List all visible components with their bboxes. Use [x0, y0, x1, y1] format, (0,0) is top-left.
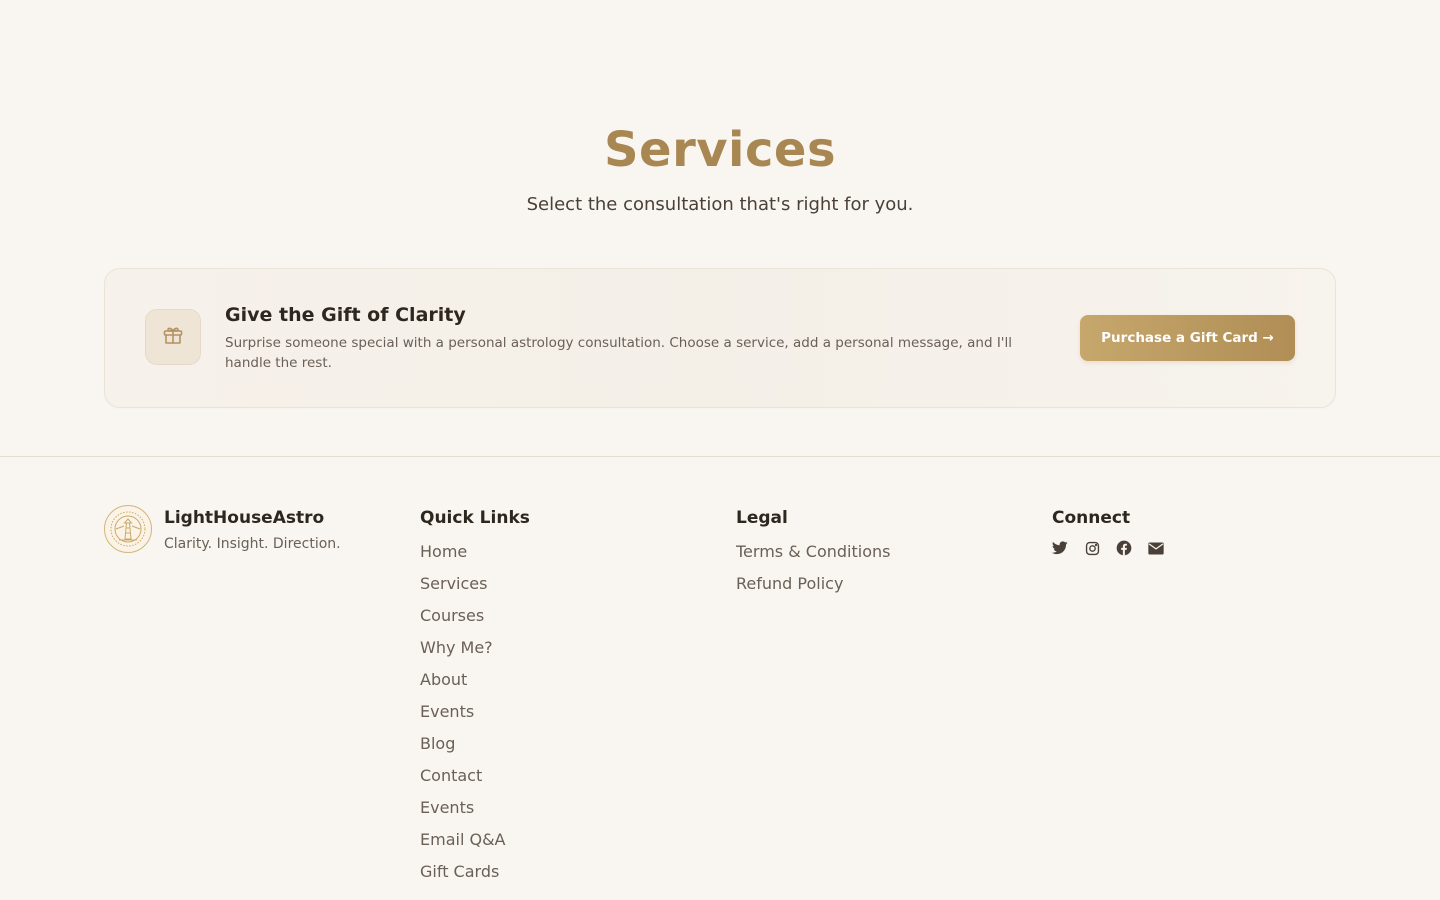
facebook-icon[interactable]	[1116, 540, 1132, 556]
footer-link-about[interactable]: About	[420, 670, 467, 689]
quick-links-heading: Quick Links	[420, 508, 530, 528]
quick-links-column: Quick Links Home Services Courses Why Me…	[420, 504, 530, 888]
page-header: Services Select the consultation that's …	[0, 118, 1440, 218]
purchase-gift-card-button[interactable]: Purchase a Gift Card →	[1080, 315, 1295, 361]
brand-name: LightHouseAstro	[164, 508, 325, 528]
footer-link-services[interactable]: Services	[420, 574, 487, 593]
footer-link-blog[interactable]: Blog	[420, 734, 455, 753]
email-icon[interactable]	[1148, 540, 1164, 556]
footer-brand: LightHouseAstro Clarity. Insight. Direct…	[104, 504, 341, 553]
footer-link-events[interactable]: Events	[420, 702, 474, 721]
gift-icon	[161, 323, 185, 351]
instagram-icon[interactable]	[1084, 540, 1100, 556]
gift-description: Surprise someone special with a personal…	[225, 335, 1013, 371]
footer-link-home[interactable]: Home	[420, 542, 467, 561]
page-title: Services	[603, 122, 837, 178]
page-subtitle: Select the consultation that's right for…	[526, 194, 914, 215]
footer-link-events-2[interactable]: Events	[420, 798, 474, 817]
footer-link-contact[interactable]: Contact	[420, 766, 482, 785]
twitter-icon[interactable]	[1052, 540, 1068, 556]
brand-tagline: Clarity. Insight. Direction.	[164, 536, 341, 552]
social-links	[1052, 540, 1164, 556]
gift-title: Give the Gift of Clarity	[225, 304, 466, 326]
gift-card-banner: Give the Gift of Clarity Surprise someon…	[104, 268, 1336, 408]
legal-heading: Legal	[736, 508, 788, 528]
legal-column: Legal Terms & Conditions Refund Policy	[736, 504, 890, 600]
footer-link-terms[interactable]: Terms & Conditions	[736, 542, 890, 561]
connect-column: Connect	[1052, 504, 1164, 556]
footer-link-gift-cards[interactable]: Gift Cards	[420, 862, 499, 881]
footer-divider	[0, 456, 1440, 457]
gift-icon-container	[145, 309, 201, 365]
footer-link-email-qa[interactable]: Email Q&A	[420, 830, 506, 849]
footer-link-courses[interactable]: Courses	[420, 606, 484, 625]
footer-link-why-me[interactable]: Why Me?	[420, 638, 493, 657]
connect-heading: Connect	[1052, 508, 1131, 528]
footer-link-refund-policy[interactable]: Refund Policy	[736, 574, 843, 593]
lighthouse-logo-icon[interactable]	[104, 505, 152, 553]
